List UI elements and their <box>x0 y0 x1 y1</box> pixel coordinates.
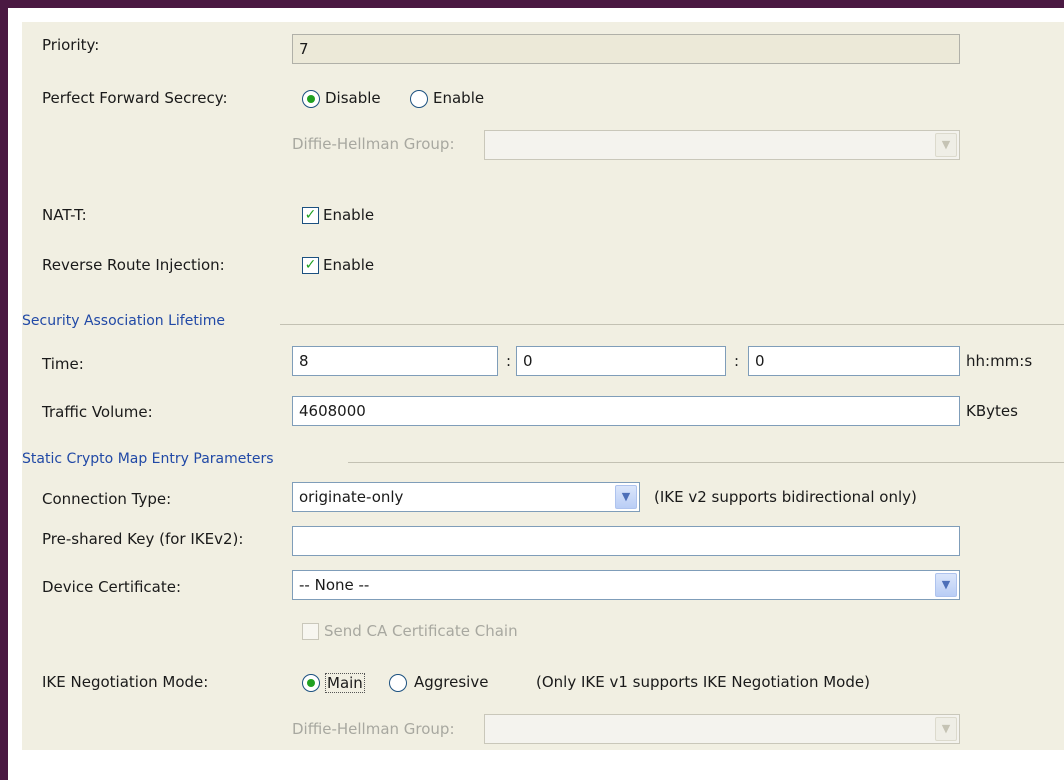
ike-dh-group-select[interactable]: ▼ <box>484 714 960 744</box>
priority-label: Priority: <box>42 36 100 54</box>
send-ca-chain-checkbox[interactable] <box>302 623 319 640</box>
chevron-down-icon: ▼ <box>615 485 637 509</box>
time-label: Time: <box>42 355 84 373</box>
traffic-volume-input[interactable]: 4608000 <box>292 396 960 426</box>
pfs-label: Perfect Forward Secrecy: <box>42 89 228 107</box>
send-ca-chain-label: Send CA Certificate Chain <box>324 622 518 640</box>
ipsec-settings-panel: Priority: 7 Perfect Forward Secrecy: Dis… <box>22 22 1064 750</box>
ike-mode-main-radio[interactable] <box>302 674 320 692</box>
rri-enable-checkbox[interactable]: ✓ <box>302 257 319 274</box>
device-certificate-label: Device Certificate: <box>42 578 182 596</box>
window-frame-top <box>0 0 1064 8</box>
natt-enable-checkbox[interactable]: ✓ <box>302 207 319 224</box>
connection-type-label: Connection Type: <box>42 490 172 508</box>
dh-group-select[interactable]: ▼ <box>484 130 960 160</box>
sa-lifetime-section-title: Security Association Lifetime <box>22 313 225 329</box>
chevron-down-icon: ▼ <box>935 717 957 741</box>
pfs-enable-radio[interactable] <box>410 90 428 108</box>
checkmark-icon: ✓ <box>304 207 317 223</box>
pfs-disable-label[interactable]: Disable <box>325 89 381 107</box>
crypto-map-divider <box>348 462 1064 463</box>
time-unit-label: hh:mm:s <box>966 352 1033 370</box>
natt-label: NAT-T: <box>42 206 87 224</box>
traffic-unit-label: KBytes <box>966 402 1018 420</box>
ike-mode-aggressive-radio[interactable] <box>389 674 407 692</box>
ike-mode-note: (Only IKE v1 supports IKE Negotiation Mo… <box>536 673 870 691</box>
crypto-map-section-title: Static Crypto Map Entry Parameters <box>22 451 274 467</box>
psk-input[interactable] <box>292 526 960 556</box>
time-separator: : <box>506 352 512 370</box>
connection-type-note: (IKE v2 supports bidirectional only) <box>654 488 917 506</box>
natt-enable-label[interactable]: Enable <box>323 206 374 224</box>
device-certificate-select[interactable]: -- None -- ▼ <box>292 570 960 600</box>
rri-label: Reverse Route Injection: <box>42 256 225 274</box>
time-separator: : <box>734 352 740 370</box>
chevron-down-icon: ▼ <box>935 133 957 157</box>
traffic-volume-label: Traffic Volume: <box>42 403 153 421</box>
ike-dh-group-label: Diffie-Hellman Group: <box>292 720 455 738</box>
window-frame-left <box>0 0 8 780</box>
dh-group-label: Diffie-Hellman Group: <box>292 135 455 153</box>
rri-enable-label[interactable]: Enable <box>323 256 374 274</box>
checkmark-icon: ✓ <box>304 257 317 273</box>
time-hours-input[interactable]: 8 <box>292 346 498 376</box>
pfs-enable-label[interactable]: Enable <box>433 89 484 107</box>
chevron-down-icon: ▼ <box>935 573 957 597</box>
psk-label: Pre-shared Key (for IKEv2): <box>42 530 244 548</box>
sa-lifetime-divider <box>280 324 1064 325</box>
pfs-disable-radio[interactable] <box>302 90 320 108</box>
ike-mode-label: IKE Negotiation Mode: <box>42 673 209 691</box>
time-seconds-input[interactable]: 0 <box>748 346 960 376</box>
ike-mode-main-label[interactable]: Main <box>325 673 365 693</box>
ike-mode-aggressive-label[interactable]: Aggresive <box>414 673 488 691</box>
connection-type-select[interactable]: originate-only ▼ <box>292 482 640 512</box>
time-minutes-input[interactable]: 0 <box>516 346 726 376</box>
priority-field[interactable]: 7 <box>292 34 960 64</box>
